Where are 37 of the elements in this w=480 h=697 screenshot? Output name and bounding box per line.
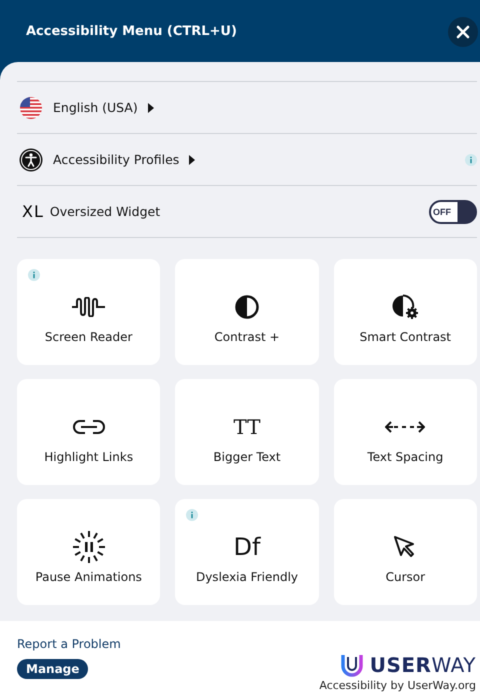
contrast-gear-icon xyxy=(391,294,420,320)
xl-glyph: XL xyxy=(22,202,44,221)
brand-name: USERWAY xyxy=(370,653,476,677)
info-icon[interactable] xyxy=(28,269,40,281)
flag-icon xyxy=(19,96,43,120)
feature-tile[interactable]: Pause Animations xyxy=(17,499,160,605)
logo-icon xyxy=(340,653,364,677)
info-icon[interactable] xyxy=(186,509,198,521)
row-label[interactable]: English (USA) xyxy=(53,100,138,115)
report-link[interactable]: Report a Problem xyxy=(17,637,121,651)
menu-title: Accessibility Menu (CTRL+U) xyxy=(26,24,238,38)
feature-tile[interactable]: Screen Reader xyxy=(17,259,160,365)
arrows-icon xyxy=(385,421,426,433)
person-icon xyxy=(19,148,43,172)
contrast-icon xyxy=(234,295,259,319)
close-icon[interactable] xyxy=(455,24,471,40)
waveform-icon xyxy=(70,297,107,317)
feature-tile[interactable]: Df Dyslexia Friendly xyxy=(175,499,319,605)
feature-tile[interactable]: Text Spacing xyxy=(334,379,477,485)
feature-tile[interactable]: Highlight Links xyxy=(17,379,160,485)
caret-icon[interactable] xyxy=(189,154,196,164)
feature-tile[interactable]: Cursor xyxy=(334,499,477,605)
row-label[interactable]: Accessibility Profiles xyxy=(53,152,180,167)
feature-tile[interactable]: TT Bigger Text xyxy=(175,379,319,485)
letters-icon: Df xyxy=(234,535,260,559)
tagline: Accessibility by UserWay.org xyxy=(319,679,476,692)
info-icon[interactable] xyxy=(465,154,477,166)
link-icon xyxy=(70,418,107,436)
close-button[interactable] xyxy=(448,17,478,47)
letters-icon: TT xyxy=(233,417,261,437)
toggle-switch[interactable]: OFF xyxy=(429,200,477,224)
caret-icon[interactable] xyxy=(148,102,154,112)
feature-tile[interactable]: Smart Contrast xyxy=(334,259,477,365)
row-label[interactable]: Oversized Widget xyxy=(50,204,160,219)
feature-tile[interactable]: Contrast + xyxy=(175,259,319,365)
manage-button[interactable]: Manage xyxy=(17,659,88,679)
pause-icon xyxy=(72,530,106,564)
